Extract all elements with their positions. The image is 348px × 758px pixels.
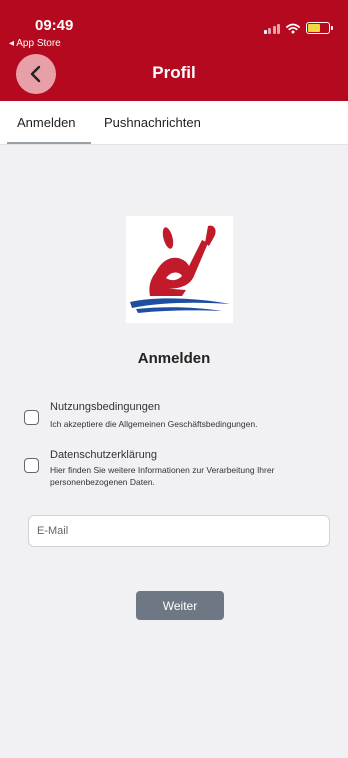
privacy-description: Hier finden Sie weitere Informationen zu… <box>50 465 275 487</box>
app-header: 09:49 ◂ App Store Profil <box>0 0 348 101</box>
brand-logo <box>126 216 233 323</box>
page-title: Profil <box>152 63 196 82</box>
terms-row: Nutzungsbedingungen Ich akzeptiere die A… <box>24 401 257 430</box>
tab-bar: Anmelden Pushnachrichten <box>0 101 348 145</box>
privacy-checkbox[interactable] <box>24 458 39 473</box>
email-input[interactable] <box>28 515 330 547</box>
wifi-icon <box>286 23 300 33</box>
signal-icon <box>263 23 280 34</box>
privacy-title[interactable]: Datenschutzerklärung <box>50 449 320 461</box>
status-icons <box>263 22 333 34</box>
terms-title: Nutzungsbedingungen <box>50 401 161 413</box>
terms-checkbox[interactable] <box>24 410 39 425</box>
battery-icon <box>306 22 333 34</box>
login-heading: Anmelden <box>137 350 211 367</box>
tab-anmelden[interactable]: Anmelden <box>17 115 76 130</box>
tab-pushnachrichten[interactable]: Pushnachrichten <box>104 115 201 130</box>
status-time: 09:49 <box>35 17 74 34</box>
terms-description: Ich akzeptiere die Allgemeinen Geschäfts… <box>50 419 258 429</box>
privacy-row: Datenschutzerklärung Hier finden Sie wei… <box>24 449 324 488</box>
weiter-button[interactable]: Weiter <box>136 591 224 620</box>
status-back-to-app-store[interactable]: ◂ App Store <box>9 38 61 49</box>
active-tab-indicator <box>7 142 91 144</box>
